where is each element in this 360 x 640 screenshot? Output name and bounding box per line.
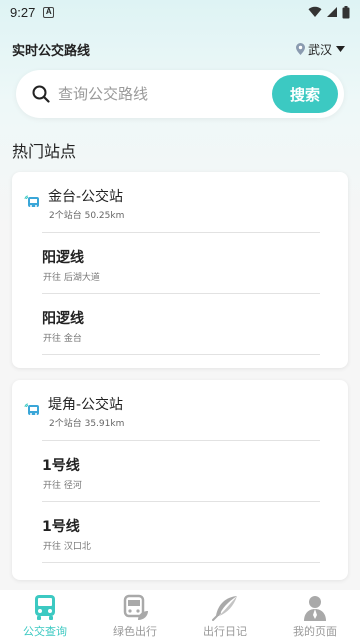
tab-label: 我的页面: [293, 625, 337, 638]
tab-bus-query[interactable]: 公交查询: [0, 590, 90, 640]
tab-label: 公交查询: [23, 625, 67, 638]
caret-down-icon: [336, 46, 345, 52]
status-time: 9:27: [10, 4, 36, 20]
hot-stops-title: 热门站点: [12, 142, 77, 161]
wifi-icon: [308, 6, 322, 18]
route-name: 1号线: [42, 519, 80, 535]
city-selector[interactable]: 武汉: [295, 41, 348, 58]
bus-stop-icon: [24, 403, 39, 415]
route-direction: 开往 汉口北: [43, 542, 91, 552]
bottom-tab-bar: 公交查询 绿色出行 出行日记 我的页面: [0, 590, 360, 640]
green-bus-icon: [123, 594, 148, 620]
stop-name: 堤角-公交站: [48, 397, 124, 413]
tab-travel-diary[interactable]: 出行日记: [180, 590, 270, 640]
route-direction: 开往 金台: [43, 334, 82, 344]
search-input[interactable]: [58, 79, 272, 109]
app-title: 实时公交路线: [12, 43, 91, 59]
bus-icon: [35, 595, 55, 620]
divider: [42, 354, 320, 355]
route-name: 阳逻线: [42, 250, 84, 266]
search-button[interactable]: 搜索: [272, 75, 338, 113]
route-item[interactable]: 1号线 开往 汉口北: [42, 501, 320, 561]
route-name: 1号线: [42, 458, 80, 474]
stop-name: 金台-公交站: [48, 189, 124, 205]
city-name: 武汉: [307, 42, 332, 57]
route-name: 阳逻线: [42, 311, 84, 327]
app-header: 实时公交路线 武汉: [0, 36, 360, 62]
route-item[interactable]: 阳逻线 开往 后湖大道: [42, 232, 320, 292]
stop-info: 2个站台 50.25km: [49, 211, 125, 221]
route-item[interactable]: 阳逻线 开往 金台: [42, 293, 320, 353]
tab-label: 出行日记: [203, 625, 247, 638]
route-direction: 开往 径河: [43, 481, 82, 491]
search-icon: [32, 85, 50, 103]
divider: [42, 562, 320, 563]
search-bar: 搜索: [16, 70, 344, 118]
notification-icon: A: [43, 6, 55, 18]
bus-stop-icon: [24, 195, 39, 207]
feather-icon: [212, 596, 237, 621]
stop-header[interactable]: 堤角-公交站 2个站台 35.91km: [12, 380, 348, 440]
status-bar: 9:27 A: [0, 0, 360, 24]
status-indicators: [308, 5, 350, 19]
stop-card: 堤角-公交站 2个站台 35.91km 1号线 开往 径河 1号线 开往 汉口北: [12, 380, 348, 580]
user-icon: [304, 596, 326, 621]
stop-card: 金台-公交站 2个站台 50.25km 阳逻线 开往 后湖大道 阳逻线 开往 金…: [12, 172, 348, 368]
stop-info: 2个站台 35.91km: [49, 419, 125, 429]
signal-icon: [327, 7, 337, 17]
tab-label: 绿色出行: [113, 625, 157, 638]
route-direction: 开往 后湖大道: [43, 273, 100, 283]
tab-green-travel[interactable]: 绿色出行: [90, 590, 180, 640]
tab-my-page[interactable]: 我的页面: [270, 590, 360, 640]
location-pin-icon: [295, 43, 305, 55]
battery-icon: [342, 5, 350, 18]
stop-header[interactable]: 金台-公交站 2个站台 50.25km: [12, 172, 348, 232]
route-item[interactable]: 1号线 开往 径河: [42, 440, 320, 500]
